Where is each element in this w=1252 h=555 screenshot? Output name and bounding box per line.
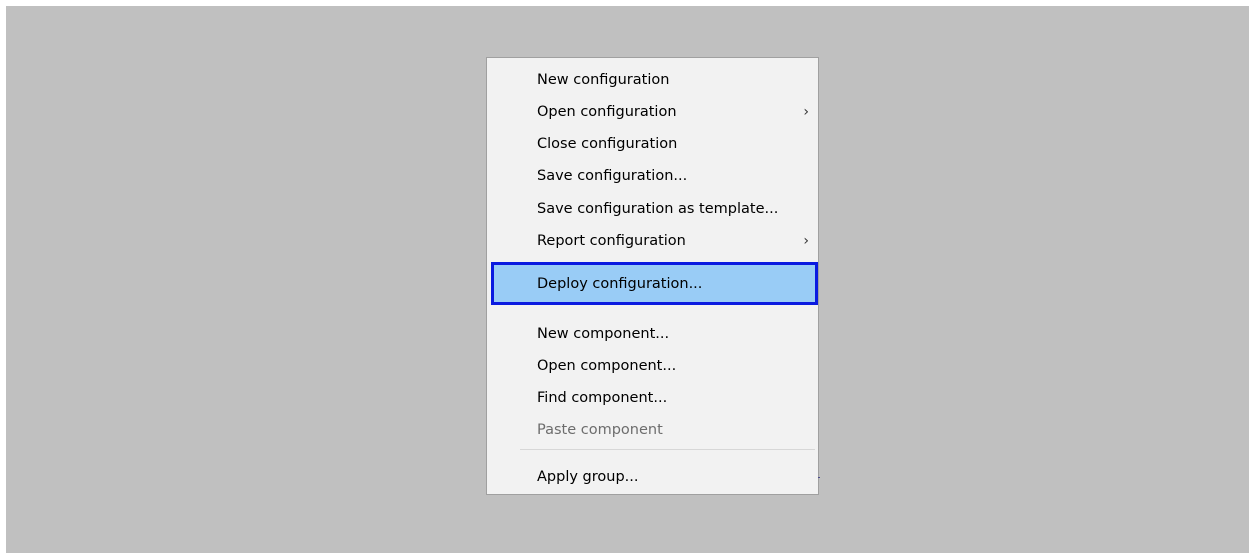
menu-item-label: Apply group... [537,469,639,485]
menu-item-label: Close configuration [537,136,678,152]
menu-item-save-configuration-as-template[interactable]: Save configuration as template... [491,195,815,223]
chevron-right-icon: › [803,233,809,249]
menu-item-label: New component... [537,326,670,342]
menu-item-label: Report configuration [537,233,686,249]
menu-item-find-component[interactable]: Find component... [491,384,815,412]
menu-item-close-configuration[interactable]: Close configuration [491,130,815,158]
menu-item-apply-group[interactable]: Apply group... [491,463,815,491]
menu-item-deploy-configuration[interactable]: Deploy configuration... [491,262,818,305]
menu-item-report-configuration[interactable]: Report configuration › [491,227,815,255]
menu-item-open-component[interactable]: Open component... [491,352,815,380]
menu-item-new-configuration[interactable]: New configuration [491,66,815,94]
menu-item-open-configuration[interactable]: Open configuration › [491,98,815,126]
menu-separator [520,449,815,450]
window-edge-mark [818,477,820,478]
chevron-right-icon: › [803,104,809,120]
menu-item-label: Find component... [537,390,668,406]
menu-item-label: Paste component [537,422,663,438]
menu-item-paste-component: Paste component [491,416,815,444]
menu-item-label: Open component... [537,358,677,374]
menu-item-new-component[interactable]: New component... [491,320,815,348]
menu-item-label: Save configuration... [537,168,688,184]
menu-item-label: Save configuration as template... [537,201,779,217]
menu-item-label: New configuration [537,72,670,88]
context-menu: New configuration Open configuration › C… [486,57,819,495]
menu-item-save-configuration[interactable]: Save configuration... [491,162,815,190]
menu-item-label: Deploy configuration... [537,276,703,292]
menu-item-label: Open configuration [537,104,677,120]
